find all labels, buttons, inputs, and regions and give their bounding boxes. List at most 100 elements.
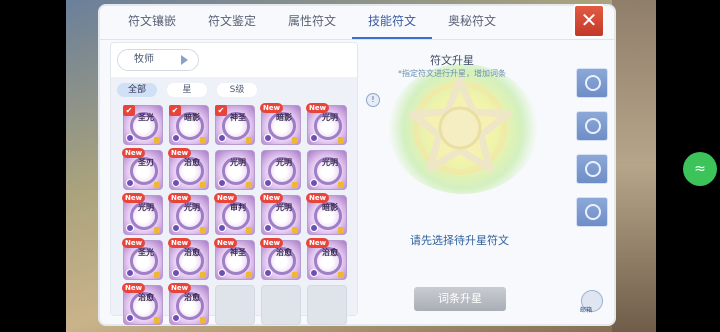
star-icon [292,227,298,233]
equipped-check-icon: ✔ [215,105,227,116]
rune-slot[interactable]: 光明 New [260,193,301,235]
skill-type-icon [218,134,226,142]
rune-slot[interactable]: 圣刃 New [122,148,163,190]
rune-name: 暗影 [276,113,292,122]
new-badge: New [168,238,192,248]
new-badge: New [168,283,192,293]
new-badge: New [260,193,284,203]
empty-rune-slot[interactable] [261,285,301,325]
tab-attribute-rune[interactable]: 属性符文 [272,9,352,39]
select-prompt: 请先选择待升星符文 [410,234,509,247]
star-icon [154,137,160,143]
rune-slot[interactable]: 暗影 ✔ [169,105,209,145]
rune-slot[interactable]: 审判 New [214,193,255,235]
rune-name: 治愈 [184,293,200,302]
mailbox-label: 邮箱 [580,307,593,314]
rune-slot[interactable]: 光明 New [168,193,209,235]
star-icon [338,182,344,188]
class-select[interactable]: 牧师 [117,49,199,71]
new-badge: New [122,193,146,203]
rune-slot[interactable]: 治愈 New [122,283,163,325]
rune-slot[interactable]: 光明 New [306,103,347,145]
new-badge: New [306,193,330,203]
star-upgrade-button[interactable]: 词条升星 [414,287,506,311]
rune-slot[interactable]: 圣光 New [122,238,163,280]
tab-rune-inlay[interactable]: 符文镶嵌 [112,9,192,39]
rune-list-panel: 牧师 全部 星 S级 圣光 ✔ 暗影 ✔ 神圣 ✔ 暗影 New 光明 New 圣刃 New 治愈 New… [110,42,358,325]
rune-name: 治愈 [138,293,154,302]
rune-slot[interactable]: 治愈 New [306,238,347,280]
filter-all[interactable]: 全部 [117,83,157,97]
skill-type-icon [172,134,180,142]
rune-slot[interactable]: 光明 New [122,193,163,235]
rune-slot[interactable]: 圣光 ✔ [123,105,163,145]
star-icon [154,182,160,188]
side-tab-compass[interactable] [576,197,608,227]
rune-name: 光明 [276,158,292,167]
star-icon [200,137,206,143]
new-badge: New [214,238,238,248]
tab-arcane-rune[interactable]: 奥秘符文 [432,9,512,39]
skill-type-icon [126,224,134,232]
skill-type-icon [264,179,272,187]
skill-type-icon [264,134,272,142]
rune-slot[interactable]: 治愈 New [168,238,209,280]
upgrade-title: 符文升星 [430,54,474,67]
left-letterbox [0,0,66,332]
skill-type-icon [310,224,318,232]
rune-slot[interactable]: 光明 [307,150,347,190]
rune-slot[interactable]: 暗影 New [306,193,347,235]
new-badge: New [214,193,238,203]
rune-slot[interactable]: 治愈 New [260,238,301,280]
star-icon [246,137,252,143]
rune-name: 神圣 [230,113,246,122]
filter-chips: 全部 星 S级 [117,83,257,97]
empty-rune-slot[interactable] [307,285,347,325]
rune-slot[interactable]: 暗影 New [260,103,301,145]
skill-type-icon [218,179,226,187]
star-icon [154,272,160,278]
filter-s-rank[interactable]: S级 [217,83,257,97]
skill-type-icon [126,314,134,322]
class-select-value: 牧师 [134,54,154,65]
rune-slot[interactable]: 神圣 ✔ [215,105,255,145]
side-tab-swirl[interactable] [576,111,608,141]
skill-type-icon [126,134,134,142]
star-icon [200,317,206,323]
rune-name: 圣刃 [138,158,154,167]
rune-name: 光明 [322,113,338,122]
rune-name: 圣光 [138,113,154,122]
rune-slot[interactable]: 光明 [215,150,255,190]
rune-name: 光明 [138,203,154,212]
skill-type-icon [126,179,134,187]
skill-type-icon [264,269,272,277]
filter-star[interactable]: 星 [167,83,207,97]
compass-icon [585,204,601,220]
empty-rune-slot[interactable] [215,285,255,325]
star-icon [338,272,344,278]
skill-type-icon [172,179,180,187]
tab-skill-rune[interactable]: 技能符文 [352,9,432,39]
tab-rune-appraise[interactable]: 符文鉴定 [192,9,272,39]
info-button[interactable]: ! [366,93,380,107]
new-badge: New [306,103,330,113]
swirl-icon [585,118,601,134]
rune-slot[interactable]: 神圣 New [214,238,255,280]
wifi-icon[interactable]: ≈ [683,152,717,186]
rune-slot[interactable]: 治愈 New [168,148,209,190]
close-button[interactable]: ✕ [573,4,605,38]
star-icon [154,317,160,323]
rune-name: 治愈 [322,248,338,257]
rune-slot[interactable]: 治愈 New [168,283,209,325]
skill-type-icon [172,269,180,277]
tab-bar: 符文镶嵌 符文鉴定 属性符文 技能符文 奥秘符文 [100,6,614,40]
mailbox-button[interactable]: 邮箱 [580,290,603,314]
rune-slot[interactable]: 光明 [261,150,301,190]
side-tab-rune[interactable] [576,68,608,98]
skill-type-icon [126,269,134,277]
skill-type-icon [310,179,318,187]
rune-name: 治愈 [184,158,200,167]
rune-name: 暗影 [322,203,338,212]
new-badge: New [168,193,192,203]
side-tab-shield[interactable] [576,154,608,184]
